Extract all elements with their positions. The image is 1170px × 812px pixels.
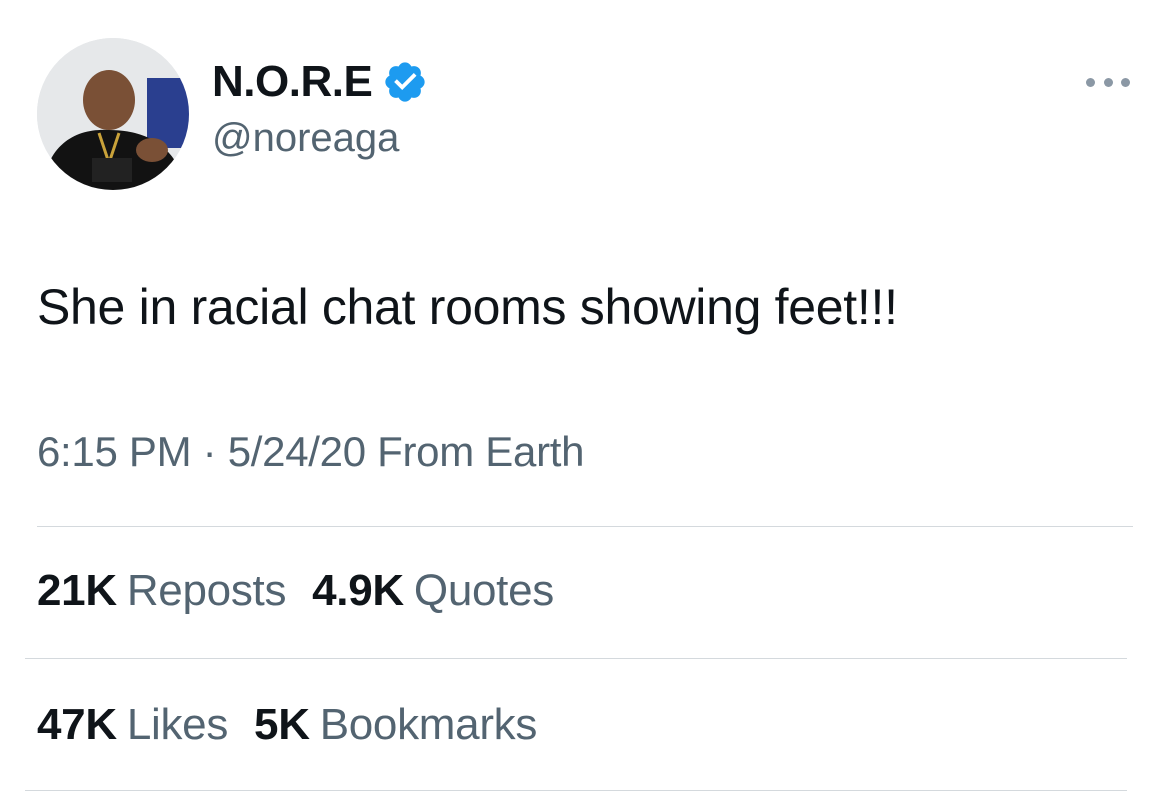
name-row: N.O.R.E (212, 52, 428, 112)
quotes-stat[interactable]: 4.9K Quotes (312, 566, 554, 616)
tweet-meta[interactable]: 6:15 PM · 5/24/20 From Earth (37, 428, 584, 476)
bookmarks-stat[interactable]: 5K Bookmarks (254, 700, 537, 750)
tweet-text: She in racial chat rooms showing feet!!! (37, 279, 898, 335)
avatar[interactable] (37, 38, 189, 190)
quotes-label: Quotes (413, 566, 554, 615)
reposts-count: 21K (37, 566, 117, 615)
reposts-label: Reposts (126, 566, 287, 615)
handle[interactable]: @noreaga (212, 116, 428, 161)
divider (25, 790, 1127, 791)
divider (37, 526, 1133, 527)
stats-row-saves: 47K Likes 5K Bookmarks (37, 700, 563, 750)
verified-badge-icon (382, 59, 428, 105)
display-name[interactable]: N.O.R.E (212, 57, 373, 107)
divider (25, 658, 1127, 659)
avatar-image (37, 38, 189, 190)
more-dot (1121, 77, 1130, 87)
author-block: N.O.R.E @noreaga (212, 52, 428, 161)
more-options-icon[interactable] (1086, 72, 1130, 92)
reposts-stat[interactable]: 21K Reposts (37, 566, 286, 616)
more-dot (1086, 77, 1095, 87)
likes-count: 47K (37, 700, 117, 749)
bookmarks-label: Bookmarks (319, 700, 538, 749)
stats-row-engagement: 21K Reposts 4.9K Quotes (37, 566, 580, 616)
likes-label: Likes (126, 700, 229, 749)
likes-stat[interactable]: 47K Likes (37, 700, 228, 750)
quotes-count: 4.9K (312, 566, 404, 615)
more-dot (1103, 77, 1113, 87)
bookmarks-count: 5K (254, 700, 310, 749)
